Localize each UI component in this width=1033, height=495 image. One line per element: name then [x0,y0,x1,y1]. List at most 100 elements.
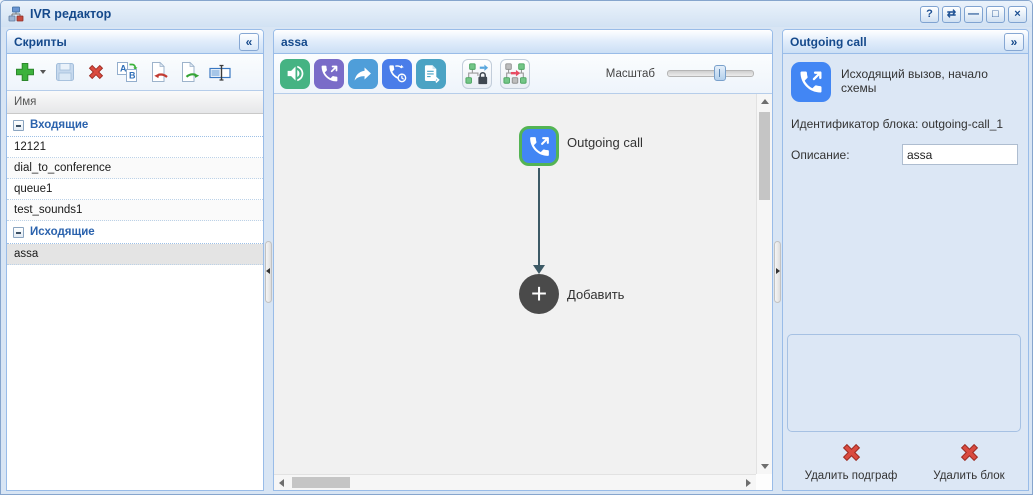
delete-script-button[interactable] [84,60,108,84]
properties-panel-header: Outgoing call » [783,30,1028,54]
scroll-left-icon[interactable] [279,479,284,487]
import-script-button[interactable] [146,60,170,84]
block-id-text: Идентификатор блока: outgoing-call_1 [791,117,1004,131]
titlebar: IVR редактор ? ⇄ — □ × [1,1,1032,27]
right-splitter[interactable] [773,29,782,491]
block-subtitle: Исходящий вызов, начало схемы [841,67,988,95]
volume-icon [287,65,303,82]
block-type-icon-wrap [791,62,831,102]
scripts-panel: Скрипты « A B Имя Входящие 12121 dial_to… [6,29,264,491]
svg-text:A: A [120,64,127,74]
delete-block-label: Удалить блок [933,470,1005,482]
group-row-outgoing[interactable]: Исходящие [7,221,263,244]
collapse-left-handle[interactable] [265,241,272,303]
canvas-panel: assa Масштаб Outgoing call + Добавить [273,29,773,491]
transfer-button[interactable] [348,58,378,89]
rename-script-button[interactable]: A B [115,60,139,84]
window-title: IVR редактор [30,7,112,21]
scale-control: Масштаб [605,65,766,81]
properties-body: Исходящий вызов, начало схемы Идентифика… [783,54,1028,490]
properties-panel: Outgoing call » Исходящий вызов, начало … [782,29,1029,491]
horizontal-scrollbar[interactable] [274,474,756,490]
export-script-button[interactable] [177,60,201,84]
list-item[interactable]: test_sounds1 [7,200,263,221]
empty-fieldset [787,334,1021,432]
add-block-label: Добавить [567,287,625,302]
phone-outgoing-icon [529,136,549,156]
add-script-button[interactable] [13,60,46,84]
export-icon [182,61,200,82]
horizontal-scroll-thumb[interactable] [292,477,350,488]
canvas-panel-title: assa [281,34,308,49]
ivr-editor-window: IVR редактор ? ⇄ — □ × Скрипты « A B Имя… [0,0,1033,495]
phone-outgoing-icon [321,65,337,82]
group-label: Входящие [30,119,89,131]
flowchart-icon [8,6,24,22]
delete-icon [88,64,104,80]
redial-timer-button[interactable] [382,58,412,89]
collapse-group-icon[interactable] [13,119,24,131]
grid-column-name[interactable]: Имя [7,91,263,114]
schema-canvas[interactable]: Outgoing call + Добавить [274,94,772,490]
phone-outgoing-icon [800,71,822,93]
edit-name-button[interactable] [208,60,232,84]
outgoing-call-button[interactable] [314,58,344,89]
group-label: Исходящие [30,226,95,238]
refresh-button[interactable]: ⇄ [942,5,961,23]
edge-line [538,168,540,268]
list-item-selected[interactable]: assa [7,244,263,265]
subgraph-insert-button[interactable] [500,58,530,89]
collapse-group-icon[interactable] [13,226,24,238]
close-button[interactable]: × [1008,5,1027,23]
expand-panel-button[interactable]: » [1004,32,1024,51]
group-row-incoming[interactable]: Входящие [7,114,263,137]
description-input[interactable] [902,144,1018,165]
minimize-button[interactable]: — [964,5,983,23]
scroll-up-icon[interactable] [761,99,769,104]
maximize-button[interactable]: □ [986,5,1005,23]
play-sound-button[interactable] [280,58,310,89]
scroll-down-icon[interactable] [761,464,769,469]
scale-slider[interactable] [667,65,754,81]
scale-label: Масштаб [605,67,655,80]
add-menu-caret-icon[interactable] [40,70,46,74]
delete-block-button[interactable]: Удалить блок [919,438,1019,482]
add-block-button[interactable]: + [519,274,559,314]
scrollbar-corner [756,474,772,490]
list-item[interactable]: 12121 [7,137,263,158]
list-item[interactable]: dial_to_conference [7,158,263,179]
outgoing-call-node[interactable] [519,126,559,166]
delete-subgraph-label: Удалить подграф [804,470,898,482]
delete-subgraph-button[interactable]: Удалить подграф [787,438,915,482]
scroll-right-icon[interactable] [746,479,751,487]
left-splitter[interactable] [264,29,273,491]
scripts-panel-header: Скрипты « [7,30,263,54]
flowchart-lock-icon [465,62,489,84]
help-button[interactable]: ? [920,5,939,23]
canvas-panel-header: assa [274,30,772,54]
collapse-panel-button[interactable]: « [239,32,259,51]
vertical-scroll-thumb[interactable] [759,112,770,200]
import-icon [152,61,168,82]
script-doc-icon [424,65,440,83]
scale-slider-thumb[interactable] [714,65,726,81]
list-item[interactable]: queue1 [7,179,263,200]
properties-panel-title: Outgoing call [790,34,867,49]
subgraph-lock-button[interactable] [462,58,492,89]
save-icon [56,63,74,81]
collapse-right-handle[interactable] [774,241,781,303]
delete-x-icon [842,443,860,462]
edge-arrowhead-icon [533,265,545,274]
add-icon [16,63,34,81]
vertical-scrollbar[interactable] [756,94,772,474]
scripts-toolbar: A B [7,54,263,91]
svg-text:B: B [129,71,136,81]
rename-ab-icon: A B [117,62,138,82]
phone-timer-icon [388,64,406,83]
script-button[interactable] [416,58,446,89]
text-field-icon [209,64,231,81]
canvas-toolbar: Масштаб [274,54,772,94]
scripts-panel-title: Скрипты [14,34,67,49]
description-label: Описание: [791,147,850,162]
save-script-button[interactable] [53,60,77,84]
